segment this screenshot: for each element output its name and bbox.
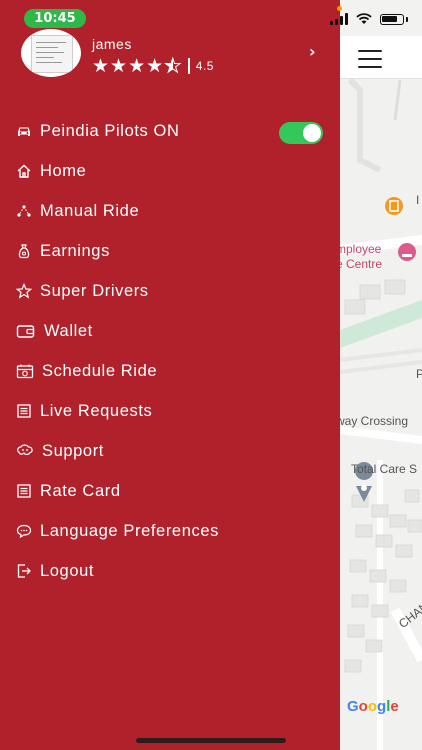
map-label: P (416, 367, 422, 381)
menu-item-logout[interactable]: Logout (0, 552, 340, 590)
menu-item-schedule-ride[interactable]: Schedule Ride (0, 352, 340, 390)
avatar[interactable] (21, 29, 81, 77)
route-icon (16, 203, 32, 219)
menu-item-earnings[interactable]: Earnings (0, 232, 340, 270)
list-icon (16, 403, 32, 419)
hamburger-menu-icon[interactable] (358, 50, 382, 68)
online-toggle[interactable] (279, 122, 323, 144)
menu-item-rate-card[interactable]: Rate Card (0, 472, 340, 510)
chat-bubble-icon (16, 523, 32, 539)
menu-item-live-requests[interactable]: Live Requests (0, 392, 340, 430)
menu-item-label: Manual Ride (40, 201, 140, 220)
menu-item-label: Home (40, 161, 87, 180)
profile-header[interactable]: james ★ ★ ★ ★ ★ ★ 4.5 › (0, 24, 340, 86)
chevron-right-icon[interactable]: › (309, 42, 316, 61)
status-icons (330, 10, 408, 28)
car-icon (16, 123, 32, 139)
money-bag-icon (16, 243, 32, 259)
map-label: Total Care S (351, 462, 418, 476)
menu-item-label: Rate Card (40, 481, 121, 500)
rating-stars: ★ ★ ★ ★ ★ ★ 4.5 (92, 55, 214, 77)
star-filled-icon: ★ (128, 55, 146, 77)
star-half-icon: ★ ★ (164, 55, 182, 77)
menu-item-label: Earnings (40, 241, 110, 260)
star-filled-icon: ★ (92, 55, 110, 77)
profile-name: james (92, 36, 132, 52)
menu-item-label: Live Requests (40, 401, 153, 420)
status-time: 10:45 (24, 9, 86, 28)
star-filled-icon: ★ (110, 55, 128, 77)
signal-icon (330, 13, 348, 25)
menu-item-label: Peindia Pilots ON (40, 121, 180, 140)
battery-icon (380, 13, 404, 25)
support-icon (16, 443, 34, 459)
battery-cap (406, 16, 408, 22)
menu-item-label: Language Preferences (40, 521, 219, 540)
menu-item-support[interactable]: Support (0, 432, 340, 470)
home-indicator (136, 738, 286, 743)
home-icon (16, 163, 32, 179)
privacy-indicator (337, 6, 342, 11)
menu-item-label: Schedule Ride (42, 361, 158, 380)
menu-item-super-drivers[interactable]: Super Drivers (0, 272, 340, 310)
calendar-icon (16, 363, 34, 379)
menu-item-label: Support (42, 441, 104, 460)
menu-item-home[interactable]: Home (0, 152, 340, 190)
star-outline-icon (16, 283, 32, 299)
map-label: way Crossing (336, 414, 409, 428)
menu-item-label: Super Drivers (40, 281, 149, 300)
logout-icon (16, 563, 32, 579)
map-label: mployee (336, 242, 382, 256)
rating-value: 4.5 (195, 59, 214, 73)
menu-item-manual-ride[interactable]: Manual Ride (0, 192, 340, 230)
star-filled-icon: ★ (146, 55, 164, 77)
menu-item-label: Wallet (44, 321, 93, 340)
google-logo: Google (347, 698, 399, 715)
map-label: I (416, 193, 420, 207)
wifi-icon (356, 13, 372, 24)
document-icon (16, 483, 32, 499)
menu-item-wallet[interactable]: Wallet (0, 312, 340, 350)
menu-item-label: Logout (40, 561, 95, 580)
rating-divider (188, 58, 190, 74)
wallet-icon (16, 323, 36, 339)
menu-item-language-preferences[interactable]: Language Preferences (0, 512, 340, 550)
map-label: e Centre (336, 257, 383, 271)
navigation-drawer: james ★ ★ ★ ★ ★ ★ 4.5 › Peindia Pilots O… (0, 0, 340, 750)
